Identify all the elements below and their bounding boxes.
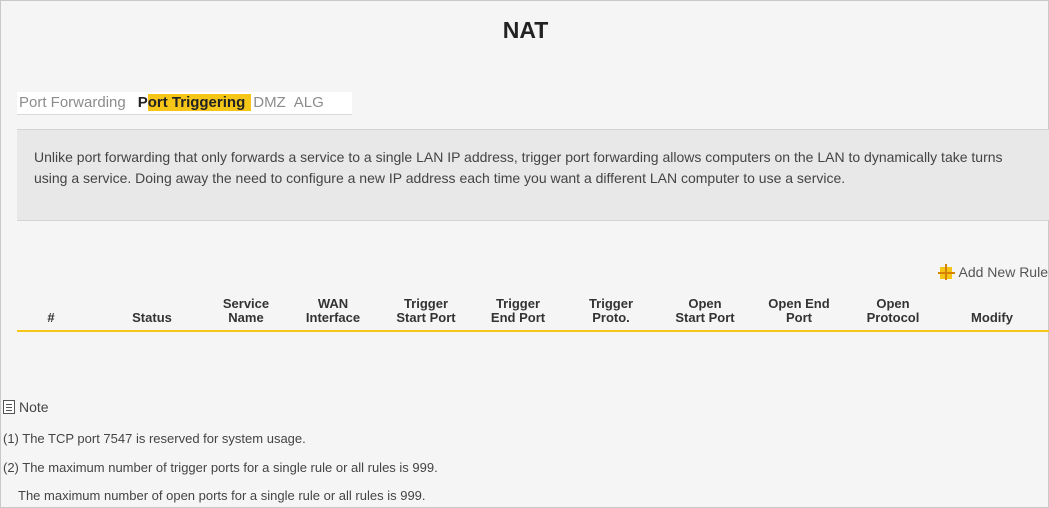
tab-port-triggering-label-rest: ort Triggering [147, 94, 252, 111]
rules-table-header: # Status Service Name WAN Interface Trig… [17, 287, 1049, 332]
add-new-rule-button[interactable]: Add New Rule [937, 264, 1049, 280]
description-text: Unlike port forwarding that only forward… [34, 149, 1003, 186]
header-trigger-start-port: Trigger Start Port [396, 296, 456, 325]
header-open-end-port: Open End Port [768, 296, 830, 325]
header-open-protocol: Open Protocol [866, 296, 920, 325]
tab-spacer [330, 92, 352, 114]
tab-alg[interactable]: ALG [292, 92, 330, 114]
note-label: Note [19, 399, 49, 415]
tab-dmz[interactable]: DMZ [251, 92, 292, 114]
tab-port-triggering-label-start: P [137, 94, 148, 111]
nat-tabs: Port Forwarding Port Triggering DMZ ALG [17, 92, 352, 115]
header-status: Status [132, 310, 172, 325]
note-heading: Note [3, 399, 49, 415]
note-line-2: (2) The maximum number of trigger ports … [3, 460, 438, 475]
nat-page: NAT Port Forwarding Port Triggering DMZ … [0, 0, 1049, 508]
header-trigger-end-port: Trigger End Port [490, 296, 546, 325]
header-modify: Modify [971, 310, 1013, 325]
tab-port-forwarding[interactable]: Port Forwarding [17, 92, 132, 114]
header-service-name: Service Name [222, 296, 270, 325]
document-icon [3, 400, 15, 414]
header-open-start-port: Open Start Port [675, 296, 735, 325]
header-index: # [47, 310, 55, 325]
plus-icon [937, 264, 956, 280]
description-box: Unlike port forwarding that only forward… [17, 129, 1049, 221]
page-title: NAT [502, 17, 549, 43]
header-wan-interface: WAN Interface [305, 296, 361, 325]
note-line-3: The maximum number of open ports for a s… [18, 488, 426, 503]
header-trigger-proto: Trigger Proto. [588, 296, 634, 325]
note-line-1: (1) The TCP port 7547 is reserved for sy… [3, 431, 306, 446]
add-new-rule-label: Add New Rule [958, 264, 1049, 280]
tab-port-triggering[interactable]: Port Triggering [132, 92, 252, 114]
